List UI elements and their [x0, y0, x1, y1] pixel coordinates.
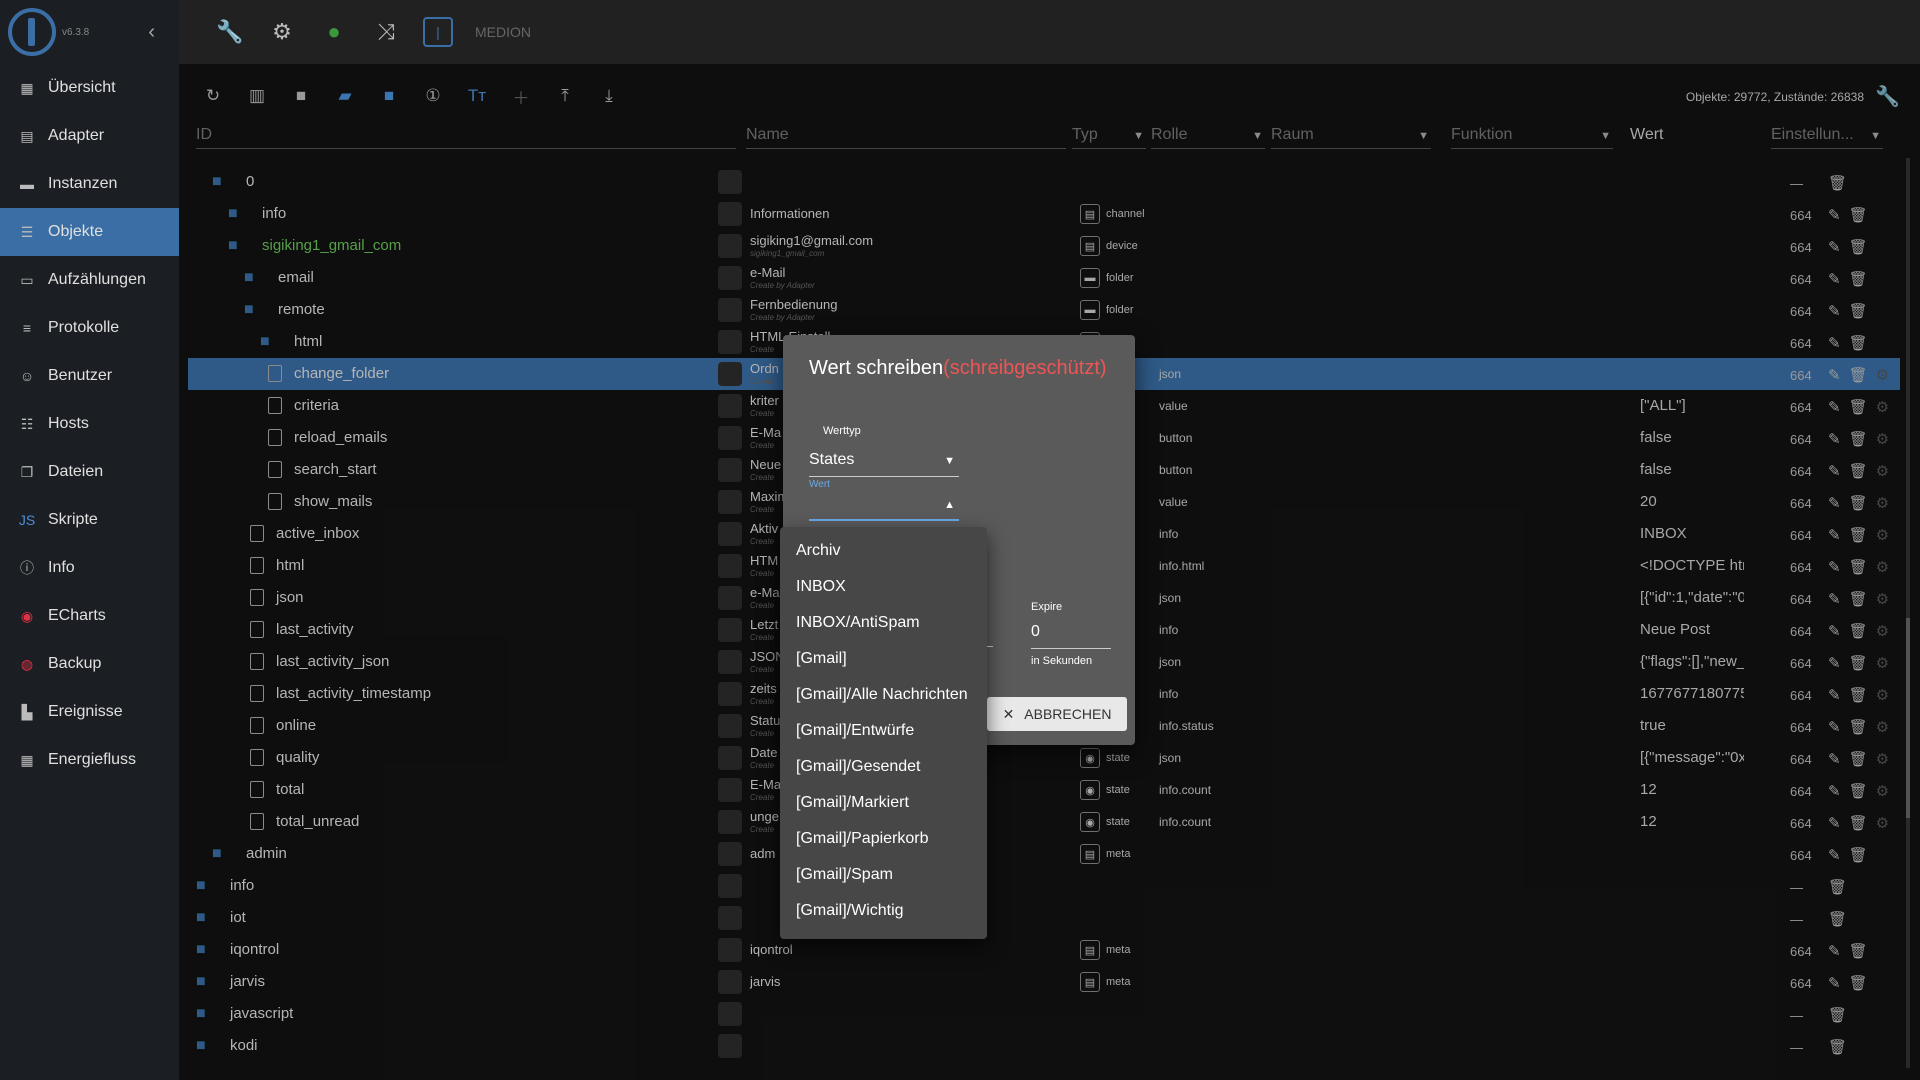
- enum-icon: ▭: [20, 271, 34, 288]
- sidebar-item-label: Adapter: [48, 127, 105, 144]
- echarts-icon: ◉: [20, 607, 34, 624]
- sidebar-item-13[interactable]: ▙ Ereignisse: [0, 688, 179, 736]
- sidebar-item-7[interactable]: ☷ Hosts: [0, 400, 179, 448]
- dropdown-option[interactable]: INBOX: [780, 569, 987, 605]
- sidebar-item-label: Backup: [48, 655, 102, 672]
- readonly-label: (schreibgeschützt): [943, 357, 1107, 379]
- events-icon: ▙: [21, 703, 33, 720]
- host-logo-icon: |: [423, 17, 453, 47]
- sidebar-item-label: Benutzer: [48, 367, 113, 384]
- chevron-up-icon: ▲: [944, 499, 955, 511]
- list-icon: ☰: [20, 223, 34, 240]
- dropdown-option[interactable]: [Gmail]/Entwürfe: [780, 713, 987, 749]
- dropdown-option[interactable]: [Gmail]/Markiert: [780, 785, 987, 821]
- sync-icon[interactable]: ⤨: [371, 17, 401, 47]
- sidebar-item-label: Instanzen: [48, 175, 118, 192]
- sidebar-item-14[interactable]: ▦ Energiefluss: [0, 736, 179, 784]
- energy-icon: ▦: [20, 751, 34, 768]
- dropdown-option[interactable]: Archiv: [780, 533, 987, 569]
- instances-icon: ▬: [20, 176, 34, 192]
- sidebar-item-1[interactable]: ▤ Adapter: [0, 112, 179, 160]
- expire-hint: in Sekunden: [1031, 655, 1093, 667]
- wrench-icon[interactable]: 🔧: [215, 17, 245, 47]
- dialog-title: Wert schreiben(schreibgeschützt): [809, 357, 1107, 380]
- version-label: v6.3.8: [62, 26, 90, 38]
- top-bar: 🔧 ⚙ ● ⤨ | MEDION: [179, 0, 1920, 64]
- js-icon: JS: [18, 512, 36, 528]
- iobroker-logo[interactable]: [8, 8, 56, 56]
- dialog-title-text: Wert schreiben: [809, 357, 944, 379]
- sidebar-item-2[interactable]: ▬ Instanzen: [0, 160, 179, 208]
- hosts-icon: ☷: [20, 415, 34, 432]
- user-icon: ☺: [19, 368, 35, 384]
- wert-label: Wert: [809, 479, 830, 490]
- sidebar-item-11[interactable]: ◉ ECharts: [0, 592, 179, 640]
- wert-select[interactable]: ▲: [809, 495, 959, 521]
- host-name: MEDION: [475, 24, 531, 40]
- cancel-button[interactable]: ✕ ABBRECHEN: [987, 697, 1127, 731]
- sidebar-item-label: Objekte: [48, 223, 104, 240]
- info-icon: ⓘ: [20, 560, 34, 576]
- close-icon: ✕: [1002, 705, 1015, 722]
- sidebar-item-label: Info: [48, 559, 75, 576]
- sidebar: v6.3.8 ‹ ▦ Übersicht ▤ Adapter ▬ Instanzen ☰ Ob…: [0, 0, 179, 1080]
- expire-label: Expire: [1031, 601, 1063, 613]
- sidebar-item-3[interactable]: ☰ Objekte: [0, 208, 179, 256]
- sidebar-item-6[interactable]: ☺ Benutzer: [0, 352, 179, 400]
- werttyp-select[interactable]: States ▼: [809, 451, 959, 477]
- sidebar-item-label: Aufzählungen: [48, 271, 146, 288]
- sidebar-nav: ▦ Übersicht ▤ Adapter ▬ Instanzen ☰ Objekte ▭ Auf…: [0, 64, 179, 784]
- expire-input[interactable]: 0: [1031, 623, 1111, 649]
- sidebar-item-4[interactable]: ▭ Aufzählungen: [0, 256, 179, 304]
- sidebar-item-8[interactable]: ❐ Dateien: [0, 448, 179, 496]
- log-icon: ≡: [22, 320, 32, 336]
- dropdown-option[interactable]: [Gmail]/Spam: [780, 857, 987, 893]
- backup-icon: ◍: [20, 655, 34, 672]
- dropdown-option[interactable]: [Gmail]: [780, 641, 987, 677]
- chevron-down-icon: ▼: [944, 455, 955, 467]
- sidebar-item-0[interactable]: ▦ Übersicht: [0, 64, 179, 112]
- sidebar-item-label: Ereignisse: [48, 703, 123, 720]
- store-icon: ▤: [20, 127, 34, 144]
- collapse-sidebar-icon[interactable]: ‹: [148, 21, 155, 44]
- sidebar-item-label: Energiefluss: [48, 751, 137, 768]
- logo-row: v6.3.8 ‹: [0, 0, 179, 64]
- dropdown-option[interactable]: [Gmail]/Alle Nachrichten: [780, 677, 987, 713]
- sidebar-item-label: Skripte: [48, 511, 98, 528]
- dropdown-option[interactable]: [Gmail]/Wichtig: [780, 893, 987, 929]
- dropdown-option[interactable]: [Gmail]/Gesendet: [780, 749, 987, 785]
- werttyp-label: Werttyp: [823, 425, 861, 437]
- dropdown-option[interactable]: [Gmail]/Papierkorb: [780, 821, 987, 857]
- gear-icon[interactable]: ⚙: [267, 17, 297, 47]
- sidebar-item-label: Protokolle: [48, 319, 120, 336]
- wert-dropdown-menu: Archiv INBOX INBOX/AntiSpam [Gmail] [Gmail]/…: [780, 527, 987, 939]
- sidebar-item-label: Übersicht: [48, 79, 116, 96]
- cancel-label: ABBRECHEN: [1024, 706, 1112, 722]
- sidebar-item-12[interactable]: ◍ Backup: [0, 640, 179, 688]
- sidebar-item-9[interactable]: JS Skripte: [0, 496, 179, 544]
- sidebar-item-5[interactable]: ≡ Protokolle: [0, 304, 179, 352]
- files-icon: ❐: [20, 463, 34, 480]
- sidebar-item-label: Dateien: [48, 463, 104, 480]
- user-green-icon[interactable]: ●: [319, 17, 349, 47]
- dropdown-option[interactable]: INBOX/AntiSpam: [780, 605, 987, 641]
- grid-icon: ▦: [20, 79, 34, 96]
- sidebar-item-label: ECharts: [48, 607, 106, 624]
- sidebar-item-label: Hosts: [48, 415, 89, 432]
- sidebar-item-10[interactable]: ⓘ Info: [0, 544, 179, 592]
- werttyp-value: States: [809, 451, 855, 468]
